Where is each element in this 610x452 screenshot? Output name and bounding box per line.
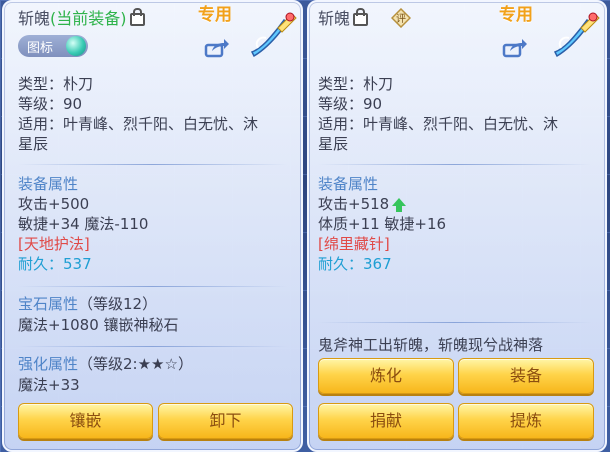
attack-value: 攻击+518: [318, 195, 390, 213]
usable-classes: 适用：叶青峰、烈千阳、白无忧、沐: [18, 115, 259, 133]
attributes-header: 装备属性: [18, 175, 79, 193]
equip-button[interactable]: 装备: [458, 358, 594, 394]
lock-icon[interactable]: [129, 8, 145, 26]
item-title: 斩魄: [318, 5, 369, 29]
durability: 耐久：537: [18, 254, 92, 274]
durability-value: 367: [363, 255, 392, 273]
special-skill: [绵里藏针]: [318, 235, 390, 253]
divider: [18, 164, 287, 165]
attribute-line: 体质+11 敏捷+16: [318, 215, 447, 233]
item-type: 类型：朴刀: [18, 75, 94, 93]
rating-text: 评: [396, 13, 406, 25]
enhance-header: 强化属性: [18, 355, 79, 373]
enhance-level: （等级2:★★☆）: [78, 355, 193, 373]
special-skill: [天地护法]: [18, 235, 90, 253]
rating-diamond-icon[interactable]: 评: [391, 8, 411, 28]
item-type: 类型：朴刀: [318, 75, 394, 93]
upgrade-arrow-icon: [392, 198, 407, 212]
weapon-sword-icon: [250, 12, 297, 58]
divider: [318, 322, 591, 323]
enhance-attributes: 强化属性（等级2:★★☆）: [18, 354, 193, 374]
durability: 耐久：367: [318, 254, 392, 274]
inlay-button[interactable]: 镶嵌: [18, 403, 153, 439]
icon-toggle[interactable]: 图标: [18, 35, 88, 57]
divider: [318, 164, 591, 165]
usable-classes-cont: 星辰: [18, 135, 49, 153]
orb-icon: [66, 36, 86, 56]
attribute-line: 敏捷+34 魔法-110: [18, 215, 149, 233]
item-level: 等级：90: [18, 95, 83, 113]
exclusive-label: 专用: [198, 5, 232, 25]
gem-attributes: 宝石属性（等级12）: [18, 294, 157, 314]
divider: [18, 286, 287, 287]
item-name: 斩魄: [18, 9, 51, 28]
durability-value: 537: [63, 255, 92, 273]
item-level: 等级：90: [318, 95, 383, 113]
lock-icon[interactable]: [353, 8, 369, 26]
gem-level: （等级12）: [78, 295, 158, 313]
enhance-line: 魔法+33: [18, 376, 80, 394]
refine-button[interactable]: 炼化: [318, 358, 454, 394]
equipped-status: (当前装备): [50, 9, 127, 28]
item-title: 斩魄(当前装备): [18, 5, 145, 29]
extract-button[interactable]: 提炼: [458, 403, 594, 439]
share-icon[interactable]: [502, 38, 528, 58]
exclusive-label: 专用: [499, 5, 533, 25]
attribute-line: 攻击+500: [18, 195, 90, 213]
usable-classes: 适用：叶青峰、烈千阳、白无忧、沐: [318, 115, 559, 133]
item-description: 鬼斧神工出斩魄，斩魄现兮战神落: [318, 336, 544, 354]
weapon-sword-icon: [553, 12, 600, 58]
gem-line: 魔法+1080 镶嵌神秘石: [18, 316, 179, 334]
usable-classes-cont: 星辰: [318, 135, 349, 153]
gem-header: 宝石属性: [18, 295, 79, 313]
attributes-header: 装备属性: [318, 175, 379, 193]
durability-label: 耐久：: [318, 255, 364, 273]
current-equipment-panel: 斩魄(当前装备) 专用 图标 类型：朴刀 等级：90 适用：叶青峰、烈千阳、白无…: [2, 0, 303, 452]
item-name: 斩魄: [318, 9, 351, 28]
divider: [18, 346, 287, 347]
unequip-button[interactable]: 卸下: [158, 403, 293, 439]
share-icon[interactable]: [204, 38, 230, 58]
durability-label: 耐久：: [18, 255, 64, 273]
donate-button[interactable]: 捐献: [318, 403, 454, 439]
attribute-line: 攻击+518: [318, 194, 407, 214]
compare-equipment-panel: 斩魄 评 专用 类型：朴刀 等级：90 适用：叶青峰、烈千阳、白无忧、沐 星辰 …: [307, 0, 607, 452]
icon-toggle-label: 图标: [27, 41, 54, 56]
